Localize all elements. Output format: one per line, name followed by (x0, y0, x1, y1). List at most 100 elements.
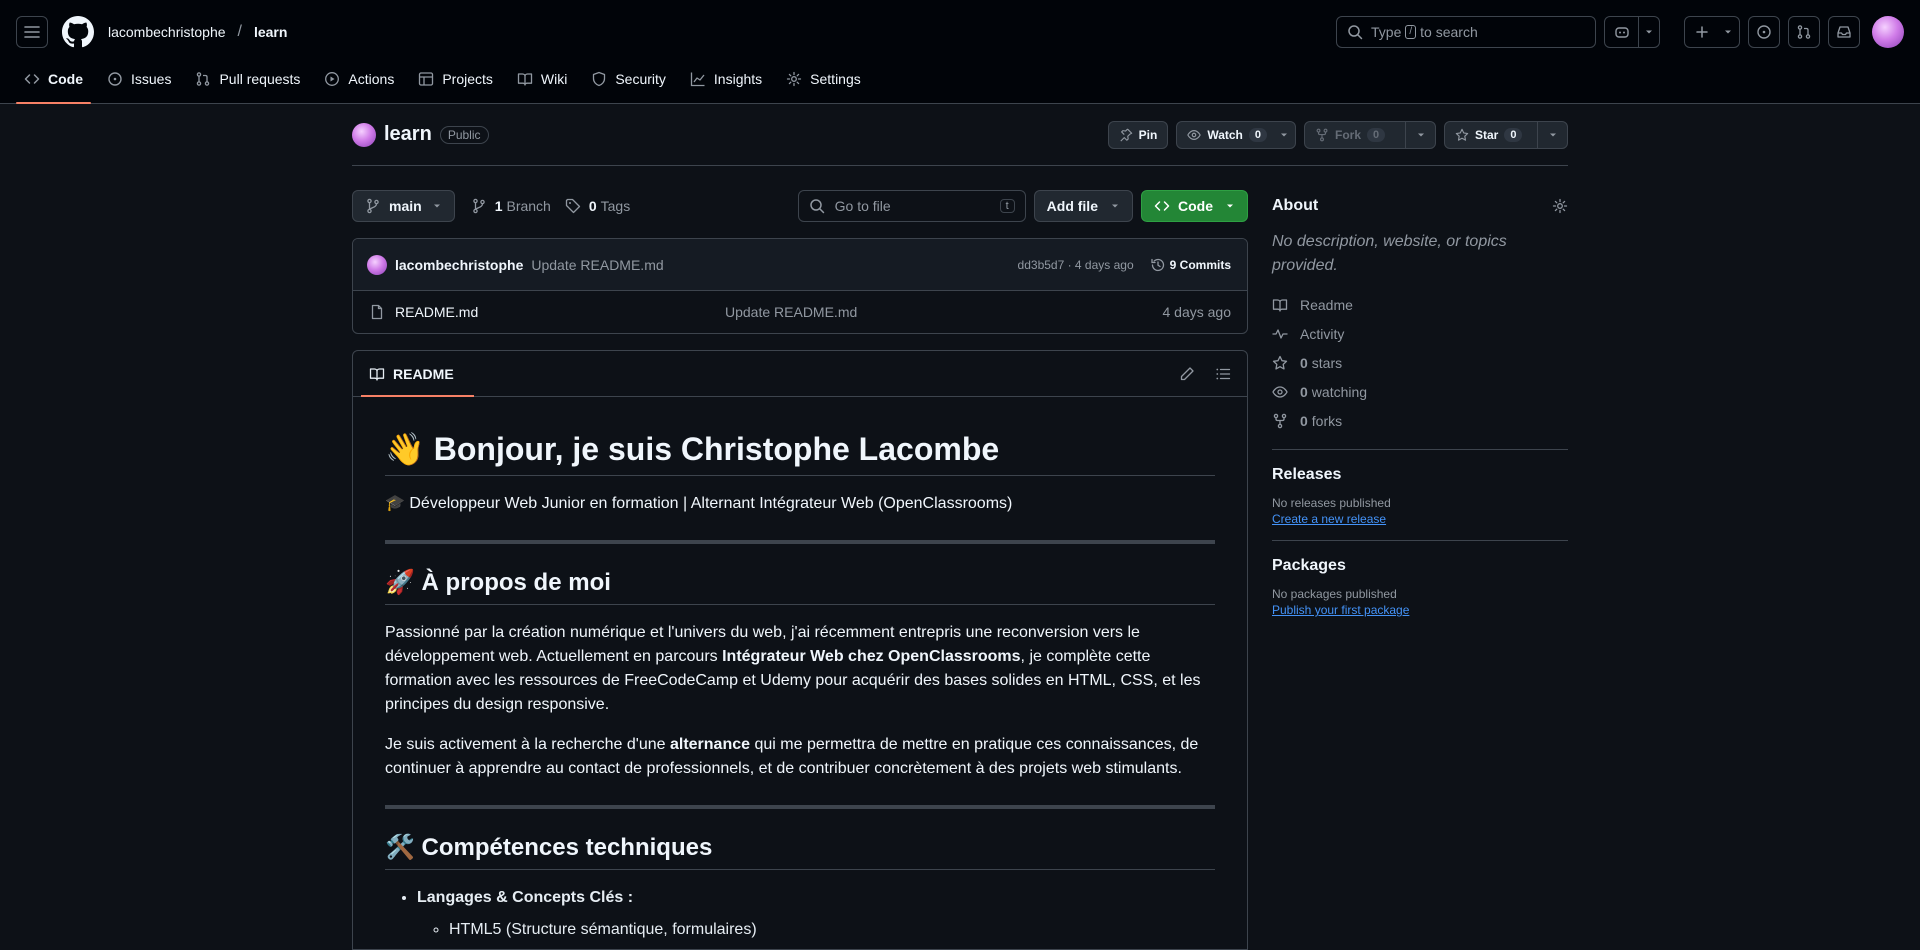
repo-name-link[interactable]: learn (384, 123, 432, 146)
create-new-button[interactable] (1684, 16, 1740, 48)
readme-link[interactable]: Readme (1272, 290, 1568, 319)
tab-actions[interactable]: Actions (316, 55, 402, 103)
commit-hash-date[interactable]: dd3b5d7 · 4 days ago (1018, 258, 1134, 272)
create-release-link[interactable]: Create a new release (1272, 512, 1386, 526)
watch-button-group: Watch 0 (1176, 120, 1296, 149)
readme-rule (385, 540, 1215, 544)
file-commit-message-link[interactable]: Update README.md (725, 304, 857, 320)
global-search-input[interactable]: Type / to search (1336, 16, 1596, 48)
copilot-button[interactable] (1605, 17, 1638, 47)
readme-skills-list: Langages & Concepts Clés : HTML5 (Struct… (417, 886, 1215, 942)
create-menu-caret (1719, 17, 1737, 47)
outline-button[interactable] (1207, 358, 1239, 390)
publish-package-link[interactable]: Publish your first package (1272, 603, 1409, 617)
tags-link[interactable]: 0 Tags (565, 198, 630, 214)
tab-label: Actions (348, 71, 395, 87)
commit-author-link[interactable]: lacombechristophe (395, 257, 523, 273)
forks-label: forks (1311, 412, 1343, 429)
add-file-button[interactable]: Add file (1033, 190, 1133, 222)
tab-pull-requests[interactable]: Pull requests (187, 55, 308, 103)
code-button[interactable]: Code (1141, 190, 1248, 222)
menu-button[interactable] (16, 16, 48, 48)
git-branch-icon (471, 198, 487, 214)
readme-tab[interactable]: README (361, 351, 474, 397)
star-icon (1272, 355, 1288, 371)
breadcrumb-separator: / (237, 23, 242, 40)
repo-sidebar: About No description, website, or topics… (1272, 190, 1568, 617)
commit-message-link[interactable]: Update README.md (531, 257, 663, 273)
visibility-badge: Public (439, 125, 489, 144)
tag-count-label: Tags (600, 198, 631, 214)
fork-button[interactable]: Fork 0 (1305, 122, 1405, 148)
pin-button[interactable]: Pin (1107, 120, 1169, 149)
plus-icon-wrap (1685, 17, 1719, 47)
watching-link[interactable]: 0 watching (1272, 377, 1568, 406)
gear-icon[interactable] (1552, 198, 1568, 214)
tab-label: Security (615, 71, 666, 87)
go-to-file-shortcut: t (999, 199, 1015, 213)
star-button[interactable]: Star 0 (1445, 122, 1537, 148)
tab-settings[interactable]: Settings (778, 55, 869, 103)
tab-wiki[interactable]: Wiki (509, 55, 575, 103)
breadcrumb-owner-link[interactable]: lacombechristophe (108, 24, 226, 40)
tab-issues[interactable]: Issues (99, 55, 179, 103)
readme-tab-label: README (393, 365, 454, 382)
readme-content: 👋 Bonjour, je suis Christophe Lacombe 🎓 … (353, 397, 1247, 942)
watch-menu-button[interactable] (1273, 122, 1295, 148)
commits-history-link[interactable]: 9 Commits (1150, 257, 1231, 273)
breadcrumb: lacombechristophe / learn (108, 23, 287, 41)
star-button-group: Star 0 (1444, 120, 1568, 149)
breadcrumb-repo-link[interactable]: learn (254, 24, 287, 40)
tab-label: Projects (442, 71, 493, 87)
readme-paragraph-1: Passionné par la création numérique et l… (385, 621, 1215, 717)
commit-author-avatar[interactable] (367, 254, 387, 275)
fork-menu-button[interactable] (1405, 121, 1435, 148)
code-icon (24, 71, 40, 87)
inbox-button[interactable] (1828, 16, 1860, 48)
repo-owner-avatar[interactable] (352, 122, 376, 147)
branch-select-button[interactable]: main (352, 190, 455, 222)
releases-title[interactable]: Releases (1272, 466, 1568, 484)
forks-link[interactable]: 0 forks (1272, 406, 1568, 435)
tab-projects[interactable]: Projects (410, 55, 501, 103)
star-list-menu-button[interactable] (1537, 121, 1567, 148)
shield-icon (591, 71, 607, 87)
activity-link-label: Activity (1300, 325, 1345, 342)
copilot-menu-button[interactable] (1639, 17, 1659, 47)
about-title: About (1272, 197, 1319, 214)
header-actions: Type / to search (1336, 16, 1904, 48)
triangle-down-icon (433, 204, 440, 208)
readme-heading-skills: 🛠️ Compétences techniques (385, 833, 1215, 870)
pin-label: Pin (1138, 127, 1158, 142)
pull-requests-button[interactable] (1788, 16, 1820, 48)
fork-button-group: Fork 0 (1304, 120, 1436, 149)
repo-content: main 1 Branch 0 Tags Go to file t Add fi… (352, 190, 1248, 950)
book-icon (369, 366, 385, 382)
tab-code[interactable]: Code (16, 55, 91, 104)
tab-label: Issues (131, 71, 172, 87)
tag-icon (565, 198, 581, 214)
repo-nav-tabs: Code Issues Pull requests Actions Projec… (16, 55, 877, 104)
edit-readme-button[interactable] (1171, 358, 1203, 390)
repo-title-bar: learn Public Pin Watch 0 Fork 0 Star 0 (352, 104, 1568, 166)
file-listing: lacombechristophe Update README.md dd3b5… (352, 238, 1248, 334)
tab-security[interactable]: Security (583, 55, 674, 103)
branches-link[interactable]: 1 Branch (471, 198, 551, 214)
go-to-file-input[interactable]: Go to file t (797, 190, 1026, 222)
branch-count-label: Branch (506, 198, 551, 214)
issues-button[interactable] (1748, 16, 1780, 48)
packages-title[interactable]: Packages (1272, 557, 1568, 575)
graph-icon (690, 71, 706, 87)
github-logo-icon[interactable] (62, 16, 94, 48)
watching-count: 0 (1300, 383, 1308, 400)
pulse-icon (1272, 326, 1288, 342)
readme-rule (385, 805, 1215, 809)
tab-insights[interactable]: Insights (682, 55, 770, 103)
activity-link[interactable]: Activity (1272, 319, 1568, 348)
releases-empty-text: No releases published (1272, 496, 1391, 510)
stars-link[interactable]: 0 stars (1272, 348, 1568, 377)
watch-button[interactable]: Watch 0 (1177, 122, 1273, 148)
file-name-link[interactable]: README.md (395, 304, 725, 320)
user-avatar-button[interactable] (1872, 16, 1904, 48)
repo-forked-icon (1272, 413, 1288, 429)
